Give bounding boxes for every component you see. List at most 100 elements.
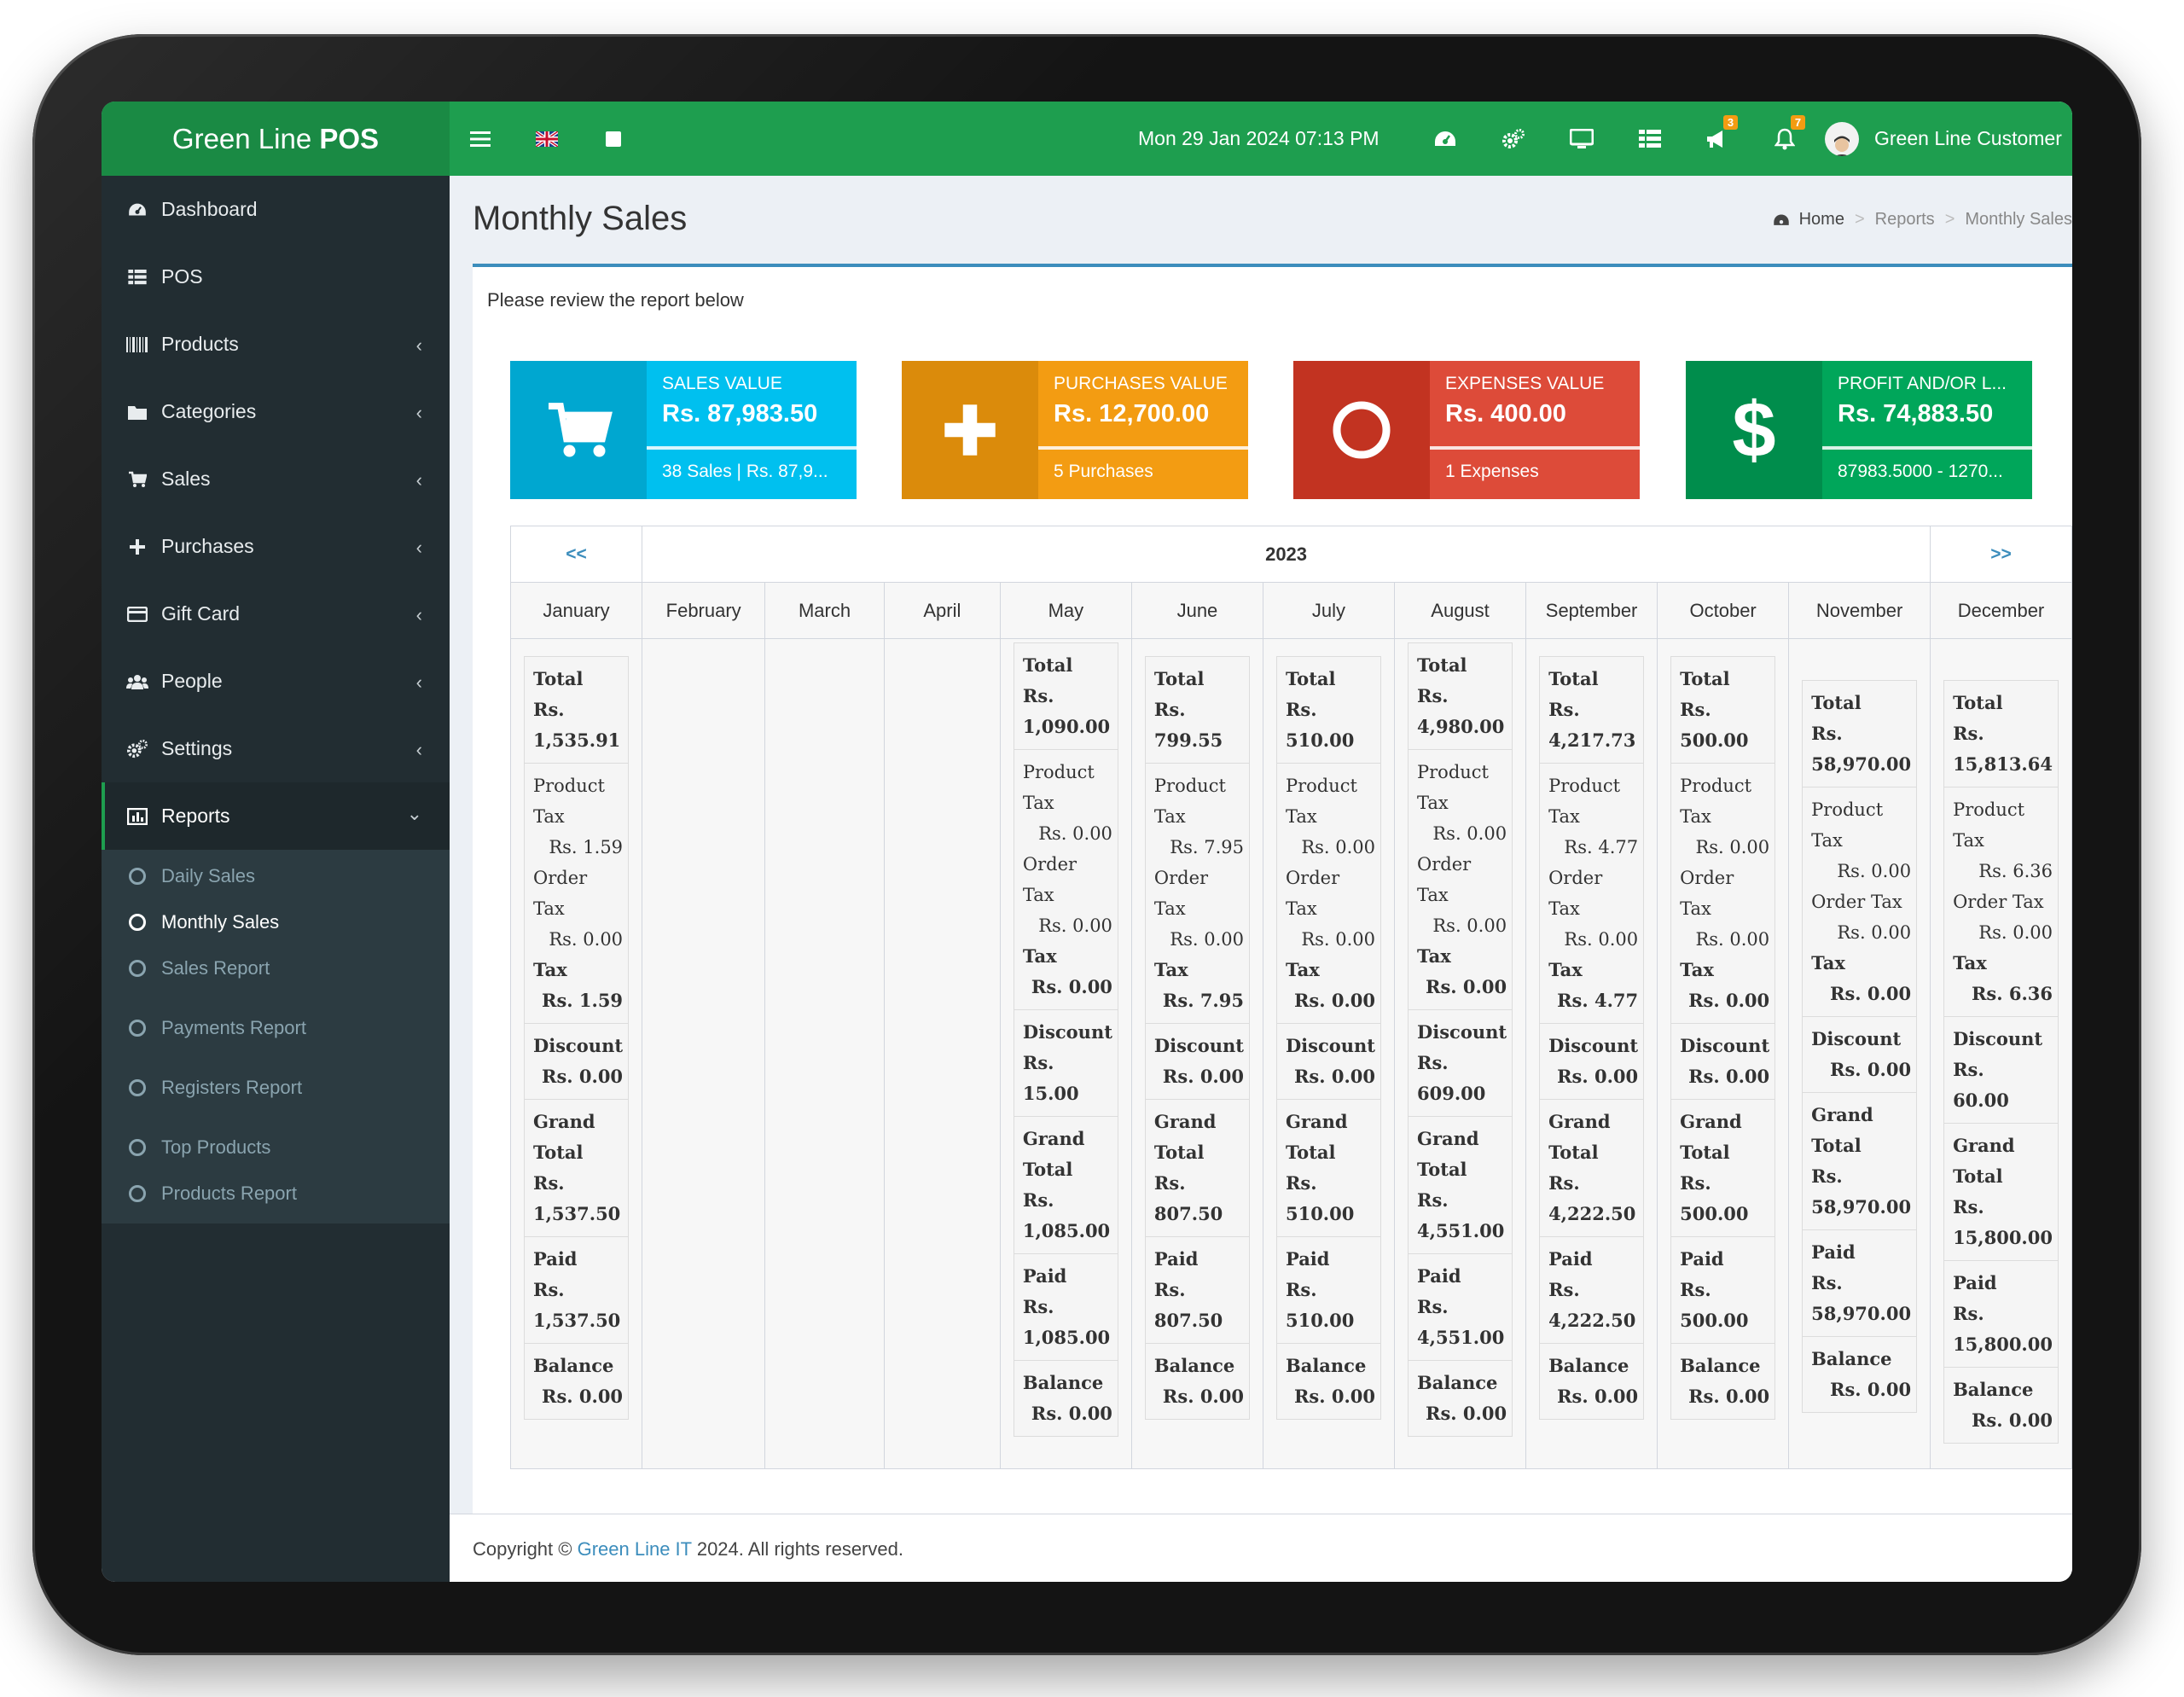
- product-tax-label: Product: [1417, 762, 1489, 782]
- paid-segment: Paid Rs. 500.00: [1671, 1237, 1775, 1344]
- month-summary[interactable]: Total Rs. 1,535.91 Product Tax Rs. 1.59 O…: [524, 656, 630, 1420]
- megaphone-icon[interactable]: 3: [1699, 115, 1738, 158]
- sidebar-item-people[interactable]: People ‹: [102, 648, 450, 715]
- month-header-may[interactable]: May: [999, 582, 1132, 639]
- submenu-registers-report[interactable]: Registers Report: [102, 1065, 450, 1111]
- month-summary[interactable]: Total Rs. 4,217.73 Product Tax Rs. 4.77 O…: [1539, 656, 1645, 1420]
- menu-toggle-icon[interactable]: [462, 120, 499, 158]
- month-cell-may: Total Rs. 1,090.00 Product Tax Rs. 0.00 O…: [999, 638, 1132, 1469]
- paid-segment: Paid Rs. 510.00: [1276, 1237, 1381, 1344]
- brand-logo[interactable]: Green Line POS: [102, 102, 450, 176]
- discount-value: Rs. 0.00: [1830, 1059, 1912, 1080]
- next-year-button[interactable]: >>: [1930, 526, 2072, 583]
- grand-total-segment: Grand Total Rs. 58,970.00: [1803, 1093, 1917, 1230]
- breadcrumb-home[interactable]: Home: [1772, 210, 1844, 230]
- submenu-sales-report[interactable]: Sales Report: [102, 945, 450, 991]
- tax-label: Tax: [1022, 945, 1057, 967]
- submenu-daily-sales[interactable]: Daily Sales: [102, 853, 450, 899]
- tile-progress: [1038, 446, 1248, 450]
- profit-loss-tile[interactable]: $ PROFIT AND/OR L... Rs. 74,883.50 87983…: [1686, 361, 2032, 499]
- discount-label: Discount: [1153, 1035, 1244, 1056]
- grand-total-label: Total: [1285, 1142, 1336, 1163]
- tile-label: PURCHASES VALUE: [1054, 374, 1228, 393]
- grand-total-label: Total: [1680, 1142, 1730, 1163]
- sidebar-item-categories[interactable]: Categories ‹: [102, 378, 450, 445]
- pos-grid-icon[interactable]: [1631, 120, 1669, 158]
- month-summary[interactable]: Total Rs. 4,980.00 Product Tax Rs. 0.00 O…: [1408, 642, 1513, 1437]
- company-link[interactable]: Green Line IT: [578, 1538, 692, 1560]
- tax-label: Tax: [1417, 945, 1451, 967]
- sidebar-item-purchases[interactable]: Purchases ‹: [102, 513, 450, 580]
- sidebar-item-products[interactable]: Products ‹: [102, 311, 450, 378]
- sidebar-item-sales[interactable]: Sales ‹: [102, 445, 450, 513]
- product-tax-label-2: Tax: [1285, 806, 1317, 827]
- amount-value: 58,970.00: [1811, 1196, 1912, 1218]
- sidebar-item-label: Products: [161, 333, 239, 355]
- grand-total-value: Rs. 15,800.00: [1953, 1192, 2053, 1253]
- uk-flag-icon[interactable]: [528, 120, 566, 158]
- balance-segment: Balance Rs. 0.00: [1277, 1344, 1380, 1419]
- month-header-july[interactable]: July: [1262, 582, 1396, 639]
- currency-label: Rs.: [1953, 1196, 1984, 1218]
- monitor-icon[interactable]: [1563, 120, 1600, 158]
- sidebar-item-label: Dashboard: [161, 198, 258, 220]
- sidebar-item-gift-card[interactable]: Gift Card ‹: [102, 580, 450, 648]
- submenu-top-products[interactable]: Top Products: [102, 1125, 450, 1171]
- purchases-value-tile[interactable]: PURCHASES VALUE Rs. 12,700.00 5 Purchase…: [902, 361, 1248, 499]
- month-header-january[interactable]: January: [509, 582, 643, 639]
- month-header-november[interactable]: November: [1788, 582, 1931, 639]
- sidebar-item-pos[interactable]: POS: [102, 243, 450, 311]
- total-segment: Total Rs. 1,090.00: [1014, 643, 1118, 750]
- sidebar-item-label: Sales: [161, 468, 211, 490]
- discount-value: Rs. 0.00: [1688, 1066, 1770, 1087]
- total-value: Rs. 4,980.00: [1417, 681, 1507, 742]
- month-summary[interactable]: Total Rs. 1,090.00 Product Tax Rs. 0.00 O…: [1013, 642, 1118, 1437]
- month-header-june[interactable]: June: [1130, 582, 1263, 639]
- submenu-products-report[interactable]: Products Report: [102, 1171, 450, 1217]
- month-header-august[interactable]: August: [1394, 582, 1527, 639]
- discount-label: Discount: [1022, 1021, 1112, 1043]
- discount-segment: Discount Rs. 0.00: [1276, 1024, 1381, 1100]
- paid-segment: Paid Rs. 58,970.00: [1803, 1230, 1917, 1337]
- month-header-march[interactable]: March: [764, 582, 885, 639]
- balance-segment: Balance Rs. 0.00: [1409, 1361, 1512, 1436]
- month-header-february[interactable]: February: [642, 582, 766, 639]
- month-summary[interactable]: Total Rs. 510.00 Product Tax Rs. 0.00 Ord…: [1275, 656, 1382, 1420]
- balance-label: Balance: [1417, 1372, 1498, 1393]
- previous-year-button[interactable]: <<: [509, 526, 643, 583]
- product-tax-label: Product: [1285, 776, 1357, 796]
- month-summary[interactable]: Total Rs. 58,970.00 Product Tax Rs. 0.00 …: [1802, 680, 1918, 1413]
- order-tax-label: Order: [1153, 868, 1209, 888]
- tile-progress: [647, 446, 857, 450]
- currency-label: Rs.: [1811, 1165, 1843, 1187]
- currency-label: Rs.: [1153, 699, 1186, 720]
- month-header-october[interactable]: October: [1657, 582, 1790, 639]
- grand-label: Grand: [1680, 1111, 1742, 1132]
- submenu-payments-report[interactable]: Payments Report: [102, 1005, 450, 1051]
- month-header-april[interactable]: April: [883, 582, 1001, 639]
- month-summary[interactable]: Total Rs. 15,813.64 Product Tax Rs. 6.36 …: [1943, 680, 2059, 1444]
- tax-label: Tax: [1811, 952, 1845, 973]
- tile-value: Rs. 400.00: [1445, 400, 1566, 427]
- settings-gears-icon[interactable]: [1495, 120, 1532, 158]
- submenu-monthly-sales[interactable]: Monthly Sales: [102, 899, 450, 945]
- tax-label: Tax: [1285, 959, 1320, 980]
- total-value: Rs. 799.55: [1154, 694, 1244, 756]
- month-header-september[interactable]: September: [1525, 582, 1658, 639]
- stop-square-icon[interactable]: [595, 120, 632, 158]
- sidebar-item-reports[interactable]: Reports ⌄: [102, 782, 450, 850]
- month-header-december[interactable]: December: [1930, 582, 2072, 639]
- sidebar-item-dashboard[interactable]: Dashboard: [102, 176, 450, 243]
- tax-segment: Product Tax Rs. 0.00 Order Tax Rs. 0.00 …: [1803, 787, 1917, 1017]
- currency-label: Rs.: [1953, 723, 1984, 744]
- month-summary[interactable]: Total Rs. 799.55 Product Tax Rs. 7.95 Ord…: [1144, 656, 1250, 1420]
- breadcrumb-reports[interactable]: Reports: [1875, 210, 1935, 230]
- sales-value-tile[interactable]: SALES VALUE Rs. 87,983.50 38 Sales | Rs.…: [510, 361, 857, 499]
- month-summary[interactable]: Total Rs. 500.00 Product Tax Rs. 0.00 Ord…: [1670, 656, 1776, 1420]
- sidebar-item-settings[interactable]: Settings ‹: [102, 715, 450, 782]
- expenses-value-tile[interactable]: EXPENSES VALUE Rs. 400.00 1 Expenses: [1293, 361, 1640, 499]
- user-menu[interactable]: Green Line Customer: [1825, 102, 2062, 176]
- currency-label: Rs.: [1285, 1279, 1317, 1300]
- dashboard-icon[interactable]: [1426, 120, 1464, 158]
- bell-icon[interactable]: 7: [1766, 115, 1805, 158]
